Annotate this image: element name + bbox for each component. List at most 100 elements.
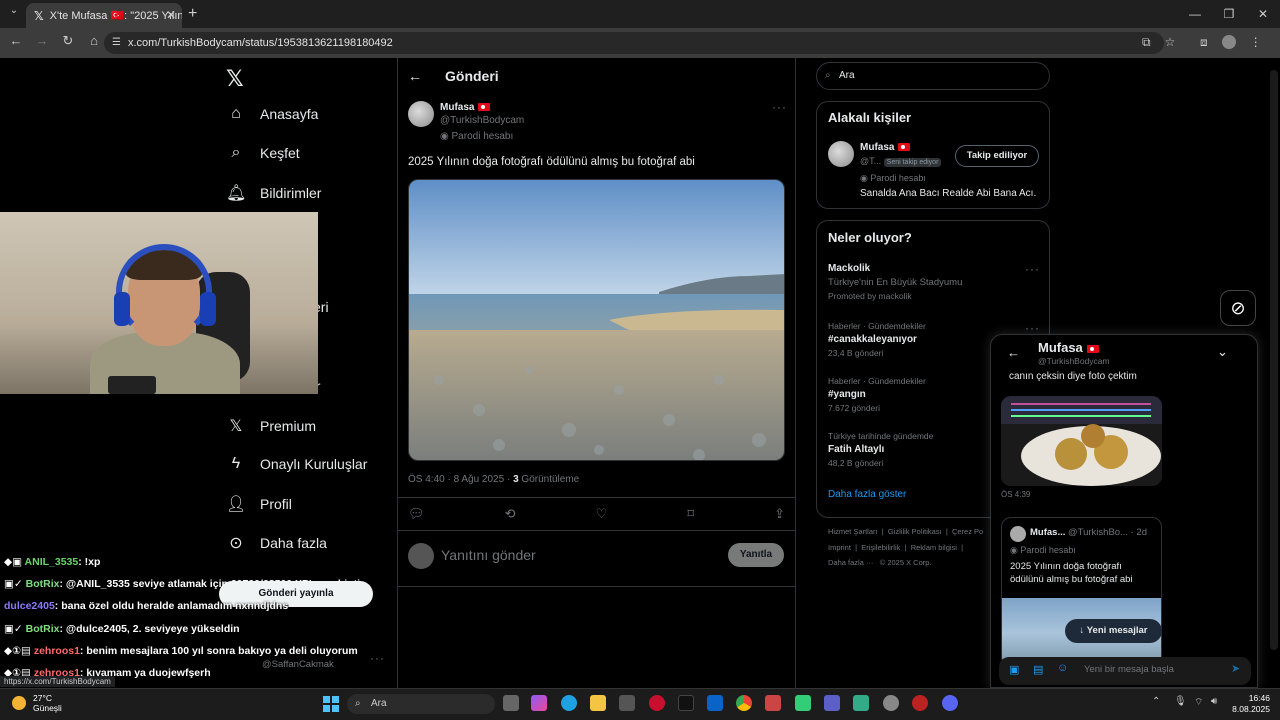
- dm-quote-card[interactable]: Mufas... @TurkishBo... · 2d ◉ Parodi hes…: [1001, 517, 1162, 667]
- nav-verified-orgs[interactable]: ϟ Onaylı Kuruluşlar: [226, 455, 368, 473]
- x-premium-icon: 𝕏: [229, 418, 243, 435]
- share-icon[interactable]: ⇪: [774, 506, 785, 522]
- site-info-icon[interactable]: ☰: [112, 32, 121, 54]
- nav-notifications[interactable]: 🔔︎ Bildirimler: [226, 183, 321, 203]
- trend-more-icon[interactable]: ···: [1025, 321, 1040, 335]
- turkey-flag-icon: [1086, 345, 1099, 353]
- explorer-icon[interactable]: [590, 695, 606, 711]
- related-name[interactable]: Mufasa: [860, 142, 911, 153]
- home-icon[interactable]: ⌂: [86, 33, 102, 49]
- trend-more-icon[interactable]: ···: [1025, 262, 1040, 276]
- following-button[interactable]: Takip ediliyor: [955, 145, 1039, 167]
- dm-photo[interactable]: [1001, 396, 1162, 486]
- tiktok-icon[interactable]: [678, 695, 694, 711]
- nav-more[interactable]: ⊙ Daha fazla: [226, 533, 327, 553]
- post-meta: ÖS 4:40 · 8 Ağu 2025 · 3 Görüntüleme: [408, 474, 580, 485]
- emoji-icon[interactable]: ☺: [1057, 662, 1068, 674]
- account-more-icon[interactable]: ···: [370, 651, 385, 665]
- opera-icon[interactable]: [649, 695, 665, 711]
- send-icon[interactable]: ➤: [1231, 662, 1240, 675]
- copilot-icon[interactable]: [531, 695, 547, 711]
- x-logo-icon[interactable]: 𝕏: [226, 66, 244, 92]
- reply-input[interactable]: Yanıtını gönder: [441, 547, 536, 563]
- task-view-icon[interactable]: [503, 695, 519, 711]
- grok-icon[interactable]: ⊘: [1220, 290, 1256, 326]
- new-tab-icon[interactable]: +: [188, 5, 197, 23]
- close-window-icon[interactable]: ✕: [1246, 0, 1280, 28]
- dm-input[interactable]: Yeni bir mesaja başla: [1084, 664, 1174, 675]
- volume-icon[interactable]: 🔊︎: [1211, 696, 1217, 707]
- minimize-icon[interactable]: —: [1178, 0, 1212, 28]
- reload-icon[interactable]: ↻: [60, 33, 76, 49]
- browser-tab[interactable]: 𝕏 X'te Mufasa 🇹🇷: "2025 Yılının do... ✕: [26, 3, 182, 28]
- forward-icon[interactable]: →: [34, 33, 50, 49]
- person-icon: 👤︎: [226, 496, 247, 513]
- author-handle[interactable]: @TurkishBodycam: [440, 115, 524, 126]
- teams-icon[interactable]: [824, 695, 840, 711]
- clock[interactable]: 16:46 8.08.2025: [1230, 693, 1270, 715]
- app-icon[interactable]: [795, 695, 811, 711]
- back-icon[interactable]: ←: [8, 33, 24, 49]
- gif-icon[interactable]: ▤: [1033, 663, 1043, 676]
- maximize-icon[interactable]: ❐: [1212, 0, 1246, 28]
- nav-profile[interactable]: 👤︎ Profil: [226, 494, 292, 514]
- post-text: 2025 Yılının doğa fotoğrafı ödülünü almı…: [408, 156, 695, 168]
- discord-icon[interactable]: [942, 695, 958, 711]
- extensions-icon[interactable]: ⧈: [1200, 35, 1208, 50]
- install-icon[interactable]: ⧉: [1142, 35, 1151, 50]
- new-messages-button[interactable]: ↓ Yeni mesajlar: [1065, 619, 1162, 643]
- tab-close-icon[interactable]: ✕: [166, 8, 176, 22]
- microphone-icon[interactable]: 🎙︎: [1174, 696, 1187, 707]
- quote-avatar: [1010, 526, 1026, 542]
- bookmark-star-icon[interactable]: ☆: [1165, 35, 1176, 50]
- collapse-chevron-icon[interactable]: ⌄: [1217, 344, 1228, 360]
- chrome-icon[interactable]: [736, 695, 752, 711]
- menu-icon[interactable]: ⋮: [1250, 35, 1262, 50]
- reply-button[interactable]: Yanıtla: [728, 543, 784, 567]
- page-scrollbar[interactable]: [1270, 70, 1278, 650]
- app-icon[interactable]: [765, 695, 781, 711]
- image-icon[interactable]: ▣: [1009, 663, 1019, 676]
- back-arrow-icon[interactable]: ←: [408, 68, 422, 84]
- trend-item[interactable]: Mackolik Türkiye'nin En Büyük Stadyumu P…: [828, 263, 962, 301]
- dm-name[interactable]: Mufasa: [1038, 340, 1099, 355]
- show-more-link[interactable]: Daha fazla göster: [828, 489, 906, 500]
- nav-home[interactable]: ⌂ Anasayfa: [226, 105, 318, 123]
- tab-search-icon[interactable]: ⌄: [6, 5, 22, 21]
- network-icon[interactable]: ⌔: [1194, 696, 1203, 709]
- trend-item[interactable]: Türkiye tarihinde gündemde Fatih Altaylı…: [828, 431, 933, 468]
- profile-avatar-icon[interactable]: [1221, 35, 1236, 49]
- url-field[interactable]: ☰ x.com/TurkishBodycam/status/1953813621…: [104, 32, 1164, 54]
- app-icon[interactable]: [853, 695, 869, 711]
- related-handle: @T... Seni takip ediyor: [860, 156, 942, 167]
- repost-icon[interactable]: ⟲: [505, 506, 516, 522]
- app-icon[interactable]: [883, 695, 899, 711]
- related-avatar[interactable]: [828, 141, 854, 167]
- weather-sun-icon[interactable]: [12, 696, 26, 710]
- like-icon[interactable]: ♡: [596, 506, 608, 522]
- nav-premium[interactable]: 𝕏 Premium: [226, 416, 316, 436]
- post-photo[interactable]: [408, 179, 785, 461]
- reply-icon[interactable]: 💬︎: [408, 506, 425, 522]
- bookmark-icon[interactable]: ⌑: [687, 506, 694, 522]
- taskbar-search[interactable]: ⌕ Ara: [347, 694, 495, 714]
- account-handle[interactable]: @SaffanCakmak: [262, 659, 334, 670]
- tray-chevron-icon[interactable]: ⌃: [1152, 696, 1160, 707]
- edge-icon[interactable]: [561, 695, 577, 711]
- author-name[interactable]: Mufasa: [440, 102, 491, 113]
- store-icon[interactable]: [619, 695, 635, 711]
- footer-links: Imprint | Erişilebilirlik | Reklam bilgi…: [828, 543, 964, 552]
- trend-item[interactable]: Haberler · Gündemdekiler #canakkaleyanıy…: [828, 321, 926, 358]
- search-input[interactable]: ⌕ Ara: [816, 62, 1050, 90]
- weather-widget[interactable]: 27°C Güneşli: [33, 693, 62, 713]
- nav-explore[interactable]: ⌕ Keşfet: [226, 144, 300, 162]
- related-parody: ◉ Parodi hesabı: [860, 173, 926, 183]
- tab-title: X'te Mufasa 🇹🇷: "2025 Yılının do...: [49, 10, 182, 22]
- trend-item[interactable]: Haberler · Gündemdekiler #yangın 7.672 g…: [828, 376, 926, 413]
- windows-start-icon[interactable]: [323, 696, 339, 712]
- dm-back-icon[interactable]: ←: [1007, 345, 1020, 360]
- outlook-icon[interactable]: [707, 695, 723, 711]
- app-icon[interactable]: [912, 695, 928, 711]
- author-avatar[interactable]: [408, 101, 434, 127]
- post-more-icon[interactable]: ···: [772, 100, 787, 114]
